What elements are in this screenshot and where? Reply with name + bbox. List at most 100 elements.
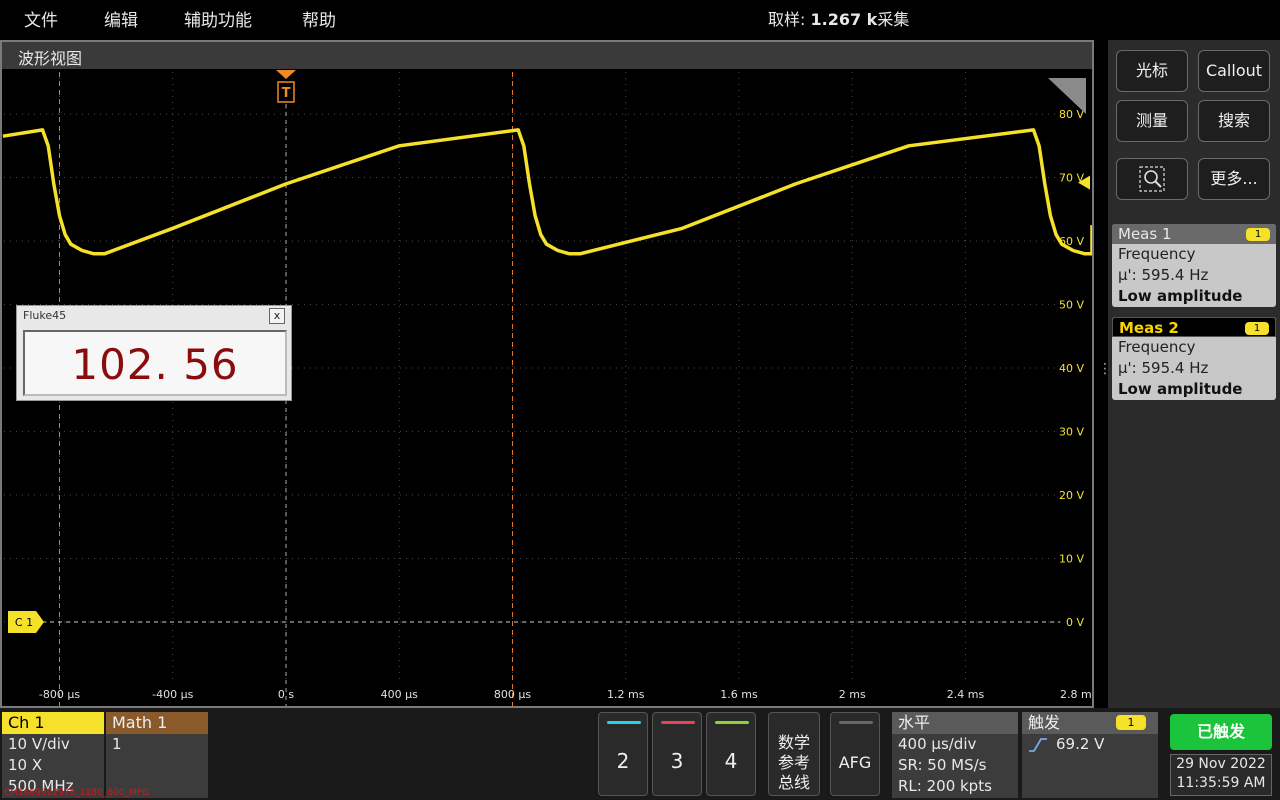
math1-badge[interactable]: Math 1 1 bbox=[106, 712, 208, 798]
meas1-source-badge: 1 bbox=[1246, 228, 1270, 241]
cursor-button[interactable]: 光标 bbox=[1116, 50, 1188, 92]
panel-resize-grip-icon[interactable]: ⋮ bbox=[1098, 362, 1112, 384]
menu-file[interactable]: 文件 bbox=[24, 6, 58, 31]
x-tick-label: 1.2 ms bbox=[607, 688, 645, 701]
meas2-badge[interactable]: Meas 2 1 Frequency μ': 595.4 Hz Low ampl… bbox=[1112, 317, 1276, 400]
meas2-header: Meas 2 1 bbox=[1112, 317, 1276, 337]
y-tick-label: 20 V bbox=[1059, 489, 1084, 502]
date-text: 29 Nov 2022 bbox=[1176, 756, 1266, 772]
horizontal-sample-rate: SR: 50 MS/s bbox=[898, 756, 987, 774]
fluke-close-button[interactable]: x bbox=[269, 308, 285, 324]
search-button[interactable]: 搜索 bbox=[1198, 100, 1270, 142]
y-tick-label: 50 V bbox=[1059, 299, 1084, 312]
afg-button[interactable]: AFG bbox=[830, 712, 880, 796]
x-tick-label: 400 µs bbox=[381, 688, 418, 701]
meas1-badge[interactable]: Meas 1 1 Frequency μ': 595.4 Hz Low ampl… bbox=[1112, 224, 1276, 307]
fluke-display: 102. 56 bbox=[23, 330, 287, 396]
y-tick-label: 40 V bbox=[1059, 362, 1084, 375]
zoom-button[interactable] bbox=[1116, 158, 1188, 200]
horizontal-title: 水平 bbox=[892, 712, 1018, 734]
afg-color-bar bbox=[839, 721, 873, 724]
waveform-title: 波形视图 bbox=[18, 49, 83, 68]
waveform-title-bar: 波形视图 bbox=[2, 42, 1092, 69]
acq-value: 1.267 k bbox=[810, 10, 878, 29]
acq-suffix: 采集 bbox=[877, 10, 910, 29]
meas2-source-badge: 1 bbox=[1245, 322, 1269, 335]
trigger-level-row: 69.2 V bbox=[1022, 734, 1158, 755]
meas1-name: Meas 1 bbox=[1118, 225, 1172, 243]
x-tick-label: 0 s bbox=[278, 688, 294, 701]
x-tick-label: 2.8 ms bbox=[1060, 688, 1092, 701]
math-ref-bus-button[interactable]: 数学 参考 总线 bbox=[768, 712, 820, 796]
trigger-position-letter: T bbox=[282, 86, 291, 101]
math-ref-bus-line3: 总线 bbox=[777, 773, 810, 792]
ch1-badge[interactable]: Ch 1 10 V/div 10 X 500 MHz bbox=[2, 712, 104, 798]
meas1-kind: Frequency bbox=[1118, 245, 1196, 263]
fluke-meter-window[interactable]: Fluke45 x 102. 56 bbox=[16, 305, 292, 401]
meas1-value: μ': 595.4 Hz bbox=[1118, 266, 1209, 284]
ch1-title: Ch 1 bbox=[2, 712, 104, 734]
acquisition-status: 取样: 1.267 k采集 bbox=[768, 6, 909, 30]
watermark-text: CM1669692975_1280_800_MPG bbox=[4, 788, 150, 798]
menu-utility[interactable]: 辅助功能 bbox=[184, 6, 252, 31]
meas1-note: Low amplitude bbox=[1118, 287, 1243, 305]
horizontal-badge[interactable]: 水平 400 µs/div SR: 50 MS/s RL: 200 kpts bbox=[892, 712, 1018, 798]
ch2-color-bar bbox=[607, 721, 641, 724]
menu-edit[interactable]: 编辑 bbox=[104, 6, 138, 31]
horizontal-scale: 400 µs/div bbox=[898, 735, 977, 753]
trigger-source-badge: 1 bbox=[1116, 715, 1146, 730]
menu-help[interactable]: 帮助 bbox=[302, 6, 336, 31]
x-tick-label: -400 µs bbox=[152, 688, 193, 701]
ch4-button[interactable]: 4 bbox=[706, 712, 756, 796]
fluke-reading: 102. 56 bbox=[71, 340, 239, 389]
fluke-title: Fluke45 bbox=[23, 309, 67, 322]
meas2-name: Meas 2 bbox=[1119, 319, 1179, 337]
y-tick-label: 30 V bbox=[1059, 426, 1084, 439]
ch3-button[interactable]: 3 bbox=[652, 712, 702, 796]
meas2-kind: Frequency bbox=[1118, 338, 1196, 356]
ch1-ground-marker-label: C 1 bbox=[15, 616, 33, 629]
trigger-title: 触发 bbox=[1028, 713, 1061, 732]
ch2-button[interactable]: 2 bbox=[598, 712, 648, 796]
right-panel: 光标 Callout 测量 搜索 更多... Meas 1 1 Frequenc… bbox=[1108, 40, 1280, 708]
math-ref-bus-line1: 数学 bbox=[777, 733, 810, 752]
ch1-waveform-trace bbox=[2, 128, 1092, 256]
x-tick-label: 2.4 ms bbox=[947, 688, 985, 701]
meas2-value: μ': 595.4 Hz bbox=[1118, 359, 1209, 377]
ch4-color-bar bbox=[715, 721, 749, 724]
math-ref-bus-line2: 参考 bbox=[777, 753, 810, 772]
trigger-position-arrow-icon bbox=[276, 70, 296, 79]
zoom-icon bbox=[1139, 166, 1165, 192]
horizontal-record-length: RL: 200 kpts bbox=[898, 777, 992, 795]
x-tick-label: 1.6 ms bbox=[720, 688, 758, 701]
math1-title: Math 1 bbox=[106, 712, 208, 734]
x-tick-label: 2 ms bbox=[839, 688, 866, 701]
trigger-badge[interactable]: 触发 1 69.2 V bbox=[1022, 712, 1158, 798]
ch3-label: 3 bbox=[670, 749, 684, 773]
measure-button[interactable]: 测量 bbox=[1116, 100, 1188, 142]
meas1-header: Meas 1 1 bbox=[1112, 224, 1276, 244]
meas2-note: Low amplitude bbox=[1118, 380, 1243, 398]
bottom-bar: Ch 1 10 V/div 10 X 500 MHz Math 1 1 2 3 … bbox=[0, 708, 1280, 800]
menu-bar: 文件 编辑 辅助功能 帮助 取样: 1.267 k采集 bbox=[0, 0, 1280, 34]
ch4-label: 4 bbox=[724, 749, 738, 773]
x-tick-label: -800 µs bbox=[39, 688, 80, 701]
y-tick-label: 10 V bbox=[1059, 553, 1084, 566]
y-tick-label: 60 V bbox=[1059, 235, 1084, 248]
time-text: 11:35:59 AM bbox=[1176, 775, 1266, 791]
callout-button[interactable]: Callout bbox=[1198, 50, 1270, 92]
ch3-color-bar bbox=[661, 721, 695, 724]
triggered-status-button[interactable]: 已触发 bbox=[1170, 714, 1272, 750]
ch1-probe: 10 X bbox=[8, 756, 43, 774]
acq-prefix: 取样: bbox=[768, 10, 811, 29]
afg-label: AFG bbox=[838, 753, 872, 772]
math1-value: 1 bbox=[112, 735, 122, 753]
ch1-scale: 10 V/div bbox=[8, 735, 70, 753]
date-time-display: 29 Nov 2022 11:35:59 AM bbox=[1170, 754, 1272, 796]
x-tick-label: 800 µs bbox=[494, 688, 531, 701]
ch2-label: 2 bbox=[616, 749, 630, 773]
trigger-header: 触发 1 bbox=[1022, 712, 1158, 734]
rising-edge-icon bbox=[1029, 738, 1047, 752]
y-tick-label: 80 V bbox=[1059, 108, 1084, 121]
more-button[interactable]: 更多... bbox=[1198, 158, 1270, 200]
